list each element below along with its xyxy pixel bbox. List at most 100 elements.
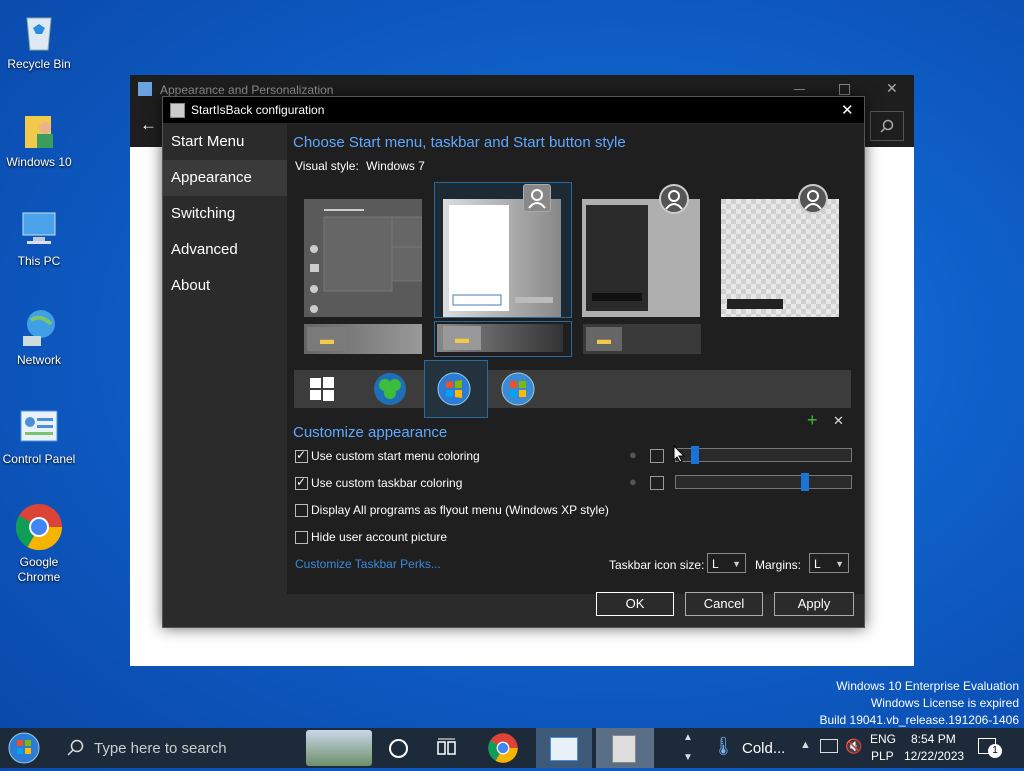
desktop-icon-network[interactable]: Network	[0, 306, 78, 368]
language-indicator[interactable]: ENG PLP	[866, 728, 896, 768]
nav-item-appearance[interactable]: Appearance	[163, 160, 287, 196]
ok-button[interactable]: OK	[596, 592, 674, 616]
user-avatar-circle-icon	[659, 184, 689, 214]
flyout-menu-label: Display All programs as flyout menu (Win…	[311, 503, 609, 517]
dialog-titlebar[interactable]: StartIsBack configuration ✕	[163, 97, 864, 123]
search-box[interactable]: Type here to search	[56, 728, 376, 768]
start-transparency-slider[interactable]	[675, 446, 852, 464]
taskbar-style-3[interactable]: ▬	[583, 324, 701, 354]
slider-thumb[interactable]	[691, 446, 699, 464]
margins-select[interactable]: L ▼	[809, 553, 849, 573]
file-explorer-icon: ▬	[307, 327, 347, 351]
start-style-windows10[interactable]	[304, 199, 423, 317]
chevron-down-icon: ▼	[835, 559, 844, 569]
lang-secondary: PLP	[871, 749, 894, 763]
start-style-transparent[interactable]	[721, 199, 839, 317]
chrome-icon	[14, 502, 64, 552]
close-icon[interactable]: ✕	[886, 80, 898, 97]
desktop-icon-label: Control Panel	[2, 452, 76, 466]
slider-thumb[interactable]	[801, 473, 809, 491]
clock[interactable]: 8:54 PM 12/22/2023	[900, 728, 966, 768]
cortana-button[interactable]	[380, 728, 416, 768]
dialog-app-icon	[170, 103, 185, 118]
desktop-icon-recycle-bin[interactable]: Recycle Bin	[0, 10, 78, 72]
user-avatar-circle-icon-2	[798, 184, 828, 214]
start-button-windows7[interactable]	[437, 372, 471, 406]
desktop-icon-this-pc[interactable]: This PC	[0, 207, 78, 269]
desktop-icon-label: Network	[16, 353, 61, 367]
taskbar-control-panel[interactable]	[536, 728, 592, 768]
startisback-dialog[interactable]: StartIsBack configuration ✕ Start Menu A…	[162, 96, 865, 628]
start-button-clover[interactable]	[373, 372, 407, 406]
cortana-circle-icon	[389, 739, 408, 758]
add-icon[interactable]: +	[807, 410, 818, 431]
watermark-line2: Windows License is expired	[870, 696, 1019, 710]
taskbar-style-1[interactable]: ▬	[304, 324, 422, 354]
control-panel-icon	[17, 405, 61, 449]
startisback-app-icon	[612, 735, 636, 763]
lang-primary: ENG	[870, 732, 897, 746]
nav-item-advanced[interactable]: Advanced	[163, 232, 287, 268]
watermark-line1: Windows 10 Enterprise Evaluation	[836, 679, 1019, 693]
custom-start-coloring-checkbox[interactable]	[295, 448, 308, 463]
color-drop-icon-2[interactable]: ●	[629, 474, 637, 489]
windows-logo-icon	[310, 377, 334, 401]
margins-value: L	[814, 557, 821, 571]
hide-user-picture-label: Hide user account picture	[311, 530, 448, 544]
apply-button[interactable]: Apply	[774, 592, 854, 616]
start-style-windows7[interactable]	[443, 199, 561, 317]
taskbar-transparency-slider[interactable]	[675, 473, 852, 491]
search-placeholder: Type here to search	[94, 740, 227, 757]
nav-item-switching[interactable]: Switching	[163, 196, 287, 232]
volume-muted-icon[interactable]: 🔇	[845, 738, 862, 755]
remove-icon[interactable]: ✕	[833, 413, 844, 429]
nav-item-start-menu[interactable]: Start Menu	[163, 124, 287, 160]
network-icon[interactable]	[820, 739, 838, 753]
margins-label: Margins:	[755, 558, 802, 572]
show-hidden-icons-chevron-icon[interactable]: ▲	[800, 739, 811, 751]
user-picture-icon	[523, 184, 551, 212]
notification-center-button[interactable]: 1	[972, 728, 1016, 768]
desktop-icon-windows10[interactable]: Windows 10	[0, 108, 78, 170]
start-style-dark[interactable]	[582, 199, 700, 317]
custom-taskbar-coloring-checkbox[interactable]	[295, 475, 308, 490]
license-watermark: Windows 10 Enterprise Evaluation Windows…	[820, 678, 1020, 729]
windows-orb-icon	[501, 372, 535, 406]
clover-orb-icon	[374, 373, 406, 405]
desktop-icon-google-chrome[interactable]: Google Chrome	[0, 502, 78, 585]
task-view-button[interactable]	[428, 728, 464, 768]
dialog-close-icon[interactable]: ✕	[841, 101, 854, 119]
start-button-windows10[interactable]	[309, 376, 335, 402]
start-color-swatch[interactable]	[650, 449, 664, 463]
windows7-orb-icon	[437, 372, 471, 406]
desktop-icon-control-panel[interactable]: Control Panel	[0, 405, 78, 467]
customize-perks-link[interactable]: Customize Taskbar Perks...	[295, 557, 441, 571]
nav-item-about[interactable]: About	[163, 268, 287, 304]
clock-time: 8:54 PM	[911, 732, 956, 746]
hide-user-picture-checkbox[interactable]	[295, 531, 308, 544]
custom-start-coloring-label: Use custom start menu coloring	[311, 449, 480, 463]
cancel-button[interactable]: Cancel	[685, 592, 763, 616]
background-window-title: Appearance and Personalization	[160, 83, 334, 97]
taskbar-style-2[interactable]: ▬	[437, 324, 563, 352]
visual-style-label: Visual style:	[295, 159, 359, 173]
taskbar-icon-size-select[interactable]: L ▼	[707, 553, 746, 573]
search-box[interactable]	[870, 111, 904, 141]
search-highlight-image-icon	[306, 730, 372, 766]
maximize-icon[interactable]	[839, 84, 850, 95]
file-explorer-icon: ▬	[443, 326, 481, 350]
watermark-line3: Build 19041.vb_release.191206-1406	[819, 713, 1020, 727]
color-drop-icon[interactable]: ●	[629, 447, 637, 462]
back-arrow-icon[interactable]: ←	[140, 115, 157, 135]
taskbar-scroll[interactable]: ▲ ▼	[680, 728, 696, 768]
start-button[interactable]	[4, 728, 50, 768]
taskbar-chrome[interactable]	[482, 728, 524, 768]
taskbar-startisback-config[interactable]	[596, 728, 654, 768]
start-button-windows-orb[interactable]	[501, 372, 535, 406]
control-panel-small-icon	[138, 82, 152, 96]
taskbar-color-swatch[interactable]	[650, 476, 664, 490]
minimize-icon[interactable]	[794, 89, 805, 90]
flyout-menu-checkbox[interactable]	[295, 504, 308, 517]
weather-widget[interactable]: 🌡 Cold...	[706, 728, 790, 768]
notification-badge: 1	[988, 744, 1002, 758]
